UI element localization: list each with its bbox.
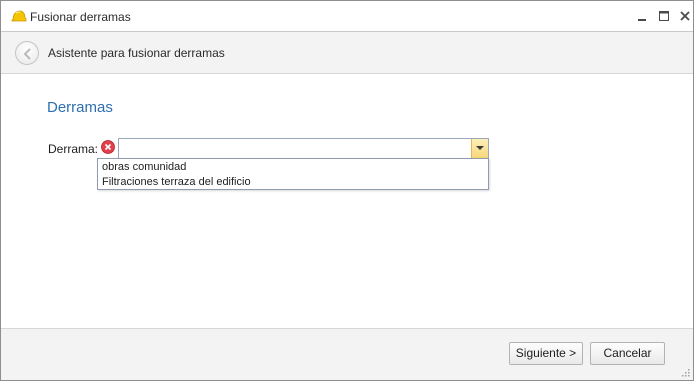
cancel-button[interactable]: Cancelar: [590, 342, 665, 365]
close-button[interactable]: [679, 9, 691, 23]
hard-hat-icon: [11, 10, 27, 22]
error-icon: [101, 140, 115, 154]
derrama-dropdown-list: obras comunidad Filtraciones terraza del…: [97, 158, 489, 190]
resize-grip-icon[interactable]: [680, 367, 690, 377]
wizard-window: Fusionar derramas Asistente para fusiona…: [0, 0, 694, 381]
minimize-icon: [638, 19, 646, 21]
title-bar: Fusionar derramas: [1, 1, 693, 32]
wizard-header: Asistente para fusionar derramas: [1, 32, 693, 74]
minimize-button[interactable]: [635, 9, 649, 23]
derrama-label: Derrama:: [48, 142, 99, 156]
dropdown-option[interactable]: Filtraciones terraza del edificio: [102, 176, 251, 188]
derrama-combobox[interactable]: [118, 138, 489, 159]
section-title: Derramas: [47, 99, 113, 116]
maximize-icon: [659, 11, 669, 21]
maximize-button[interactable]: [657, 9, 671, 23]
back-button[interactable]: [15, 41, 39, 65]
next-button[interactable]: Siguiente >: [509, 342, 583, 365]
wizard-footer: Siguiente > Cancelar: [1, 328, 693, 380]
window-title: Fusionar derramas: [30, 10, 131, 24]
wizard-title: Asistente para fusionar derramas: [48, 46, 225, 60]
close-icon: [680, 11, 690, 21]
back-arrow-icon: [23, 48, 31, 60]
chevron-down-icon: [476, 146, 484, 150]
dropdown-option[interactable]: obras comunidad: [102, 161, 186, 173]
derrama-dropdown-button[interactable]: [471, 139, 488, 158]
